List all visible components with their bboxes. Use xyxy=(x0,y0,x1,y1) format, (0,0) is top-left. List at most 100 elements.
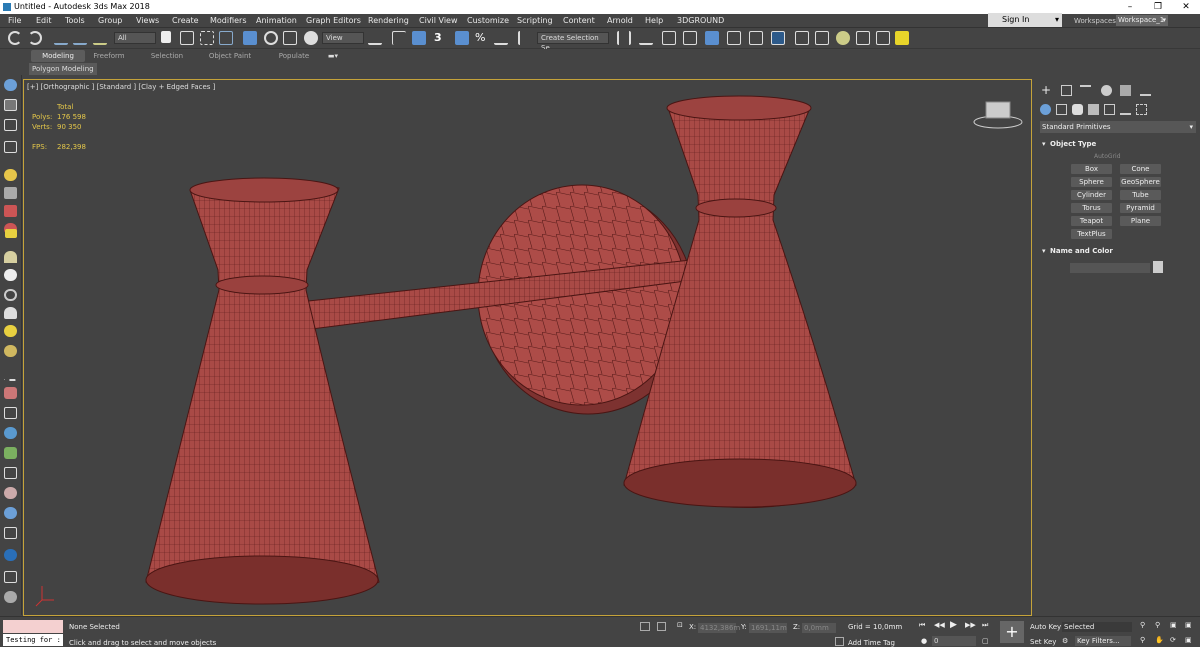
maxscript-mini-listener[interactable]: Testing for : xyxy=(3,634,63,646)
menu-modifiers[interactable]: Modifiers xyxy=(210,15,247,27)
absolute-mode-icon[interactable]: ⊡ xyxy=(677,621,683,629)
torus-icon[interactable] xyxy=(4,289,17,301)
viewcube[interactable] xyxy=(985,101,1011,119)
pivot-center-icon[interactable] xyxy=(368,31,382,45)
menu-arnold[interactable]: Arnold xyxy=(607,15,633,27)
light-icon[interactable] xyxy=(4,169,17,181)
layer-explorer-icon[interactable] xyxy=(683,31,697,45)
tab-freeform[interactable]: Freeform xyxy=(88,50,130,62)
menu-customize[interactable]: Customize xyxy=(467,15,509,27)
key-filters-icon[interactable]: ⚙ xyxy=(1062,637,1068,645)
unlink-icon[interactable] xyxy=(73,31,87,45)
z-coordinate-field[interactable]: 0,0mm xyxy=(802,623,836,633)
bind-spacewarp-icon[interactable] xyxy=(93,31,107,45)
snap-toggle-icon[interactable]: 3 xyxy=(434,31,448,45)
menu-edit[interactable]: Edit xyxy=(36,15,52,27)
ribbon-options-icon[interactable]: ▬▾ xyxy=(325,50,341,62)
render-iterative-icon[interactable] xyxy=(856,31,870,45)
create-icon[interactable] xyxy=(4,79,17,91)
globe-icon[interactable] xyxy=(4,427,17,439)
hierarchy-icon[interactable] xyxy=(4,119,17,131)
maximize-viewport-icon[interactable]: ▣ xyxy=(1185,636,1192,644)
sphere-blue-icon[interactable] xyxy=(4,507,17,519)
isolate-selection-icon[interactable] xyxy=(640,622,650,631)
material-editor-icon[interactable] xyxy=(771,31,785,45)
maximize-button[interactable]: ❐ xyxy=(1144,0,1172,14)
close-button[interactable]: ✕ xyxy=(1172,0,1200,14)
plugin-icon[interactable] xyxy=(895,31,909,45)
plane-icon[interactable] xyxy=(4,251,17,263)
render-production-icon[interactable] xyxy=(836,31,850,45)
render-in-cloud-icon[interactable] xyxy=(876,31,890,45)
rollout-name-and-color[interactable]: ▾ Name and Color xyxy=(1040,245,1192,257)
terrain-icon[interactable] xyxy=(4,467,17,479)
cylinder-button[interactable]: Cylinder xyxy=(1071,190,1112,200)
textplus-button[interactable]: TextPlus xyxy=(1071,229,1112,239)
reference-coordinate-dropdown[interactable]: View xyxy=(322,32,364,44)
key-filters-button[interactable]: Key Filters... xyxy=(1075,636,1131,646)
time-tag-icon[interactable] xyxy=(835,637,844,646)
hierarchy-tab-icon[interactable] xyxy=(1080,85,1091,96)
maxscript-listener[interactable] xyxy=(3,620,63,633)
add-time-tag-button[interactable]: Add Time Tag xyxy=(848,639,895,647)
render-setup-icon[interactable] xyxy=(795,31,809,45)
menu-3dground[interactable]: 3DGROUND xyxy=(677,15,724,27)
tab-modeling[interactable]: Modeling xyxy=(31,50,85,62)
layers-icon[interactable] xyxy=(4,571,17,583)
settings-icon[interactable] xyxy=(4,591,17,603)
select-rotate-icon[interactable] xyxy=(264,31,278,45)
sphere-gold-icon[interactable] xyxy=(4,345,17,357)
geometry-icon[interactable] xyxy=(1040,104,1051,115)
display-tab-icon[interactable] xyxy=(1120,85,1131,96)
tab-selection[interactable]: Selection xyxy=(145,50,189,62)
zoom-extents-all-icon[interactable]: ▣ xyxy=(1185,621,1192,629)
create-tab-icon[interactable]: + xyxy=(1041,84,1052,96)
cloth-icon[interactable] xyxy=(4,407,17,419)
utilities-tab-icon[interactable] xyxy=(1140,85,1151,96)
zoom-region-icon[interactable]: ⚲ xyxy=(1140,636,1145,644)
set-key-icon[interactable]: + xyxy=(1000,621,1024,643)
next-frame-icon[interactable]: ▶▶ xyxy=(965,621,976,629)
menu-civil-view[interactable]: Civil View xyxy=(419,15,458,27)
zoom-icon[interactable]: ⚲ xyxy=(1140,621,1145,629)
foliage-icon[interactable] xyxy=(4,447,17,459)
lights-icon[interactable] xyxy=(1072,104,1083,115)
selection-lock-icon[interactable] xyxy=(657,622,666,631)
menu-views[interactable]: Views xyxy=(136,15,159,27)
go-to-start-icon[interactable]: ⏮ xyxy=(919,621,925,630)
x-coordinate-field[interactable]: 4132,386m xyxy=(698,623,740,633)
menu-tools[interactable]: Tools xyxy=(65,15,85,27)
auto-key-button[interactable]: Auto Key xyxy=(1030,623,1061,631)
edit-named-selection-icon[interactable] xyxy=(518,31,532,45)
sign-in-button[interactable]: Sign In ▾ xyxy=(988,13,1062,27)
keyboard-shortcut-toggle-icon[interactable] xyxy=(412,31,426,45)
object-category-dropdown[interactable]: Standard Primitives ▾ xyxy=(1040,121,1196,133)
box-icon[interactable] xyxy=(5,229,17,238)
helpers-icon[interactable] xyxy=(1104,104,1115,115)
key-mode-icon[interactable]: ● xyxy=(921,637,927,645)
sphere-icon[interactable] xyxy=(4,269,17,281)
play-icon[interactable]: ▶ xyxy=(950,620,957,630)
particle-icon[interactable] xyxy=(4,369,17,381)
go-to-end-icon[interactable]: ⏭ xyxy=(982,621,988,630)
menu-help[interactable]: Help xyxy=(645,15,663,27)
zoom-extents-icon[interactable]: ▣ xyxy=(1170,621,1177,629)
lamp-model[interactable] xyxy=(24,80,1032,616)
redo-icon[interactable] xyxy=(28,31,42,45)
set-key-mode-button[interactable]: Set Key xyxy=(1030,638,1056,646)
window-crossing-icon[interactable] xyxy=(219,31,233,45)
menu-content[interactable]: Content xyxy=(563,15,595,27)
rollout-object-type[interactable]: ▾ Object Type xyxy=(1040,138,1192,150)
plane-button[interactable]: Plane xyxy=(1120,216,1161,226)
rendered-frame-window-icon[interactable] xyxy=(815,31,829,45)
scene-states-icon[interactable] xyxy=(4,527,17,539)
cone-icon[interactable] xyxy=(4,307,17,319)
orbit-icon[interactable]: ⟳ xyxy=(1170,636,1176,644)
motion-icon[interactable] xyxy=(4,141,17,153)
pan-icon[interactable]: ✋ xyxy=(1155,636,1164,644)
menu-animation[interactable]: Animation xyxy=(256,15,297,27)
curve-editor-icon[interactable] xyxy=(727,31,741,45)
cone-button[interactable]: Cone xyxy=(1120,164,1161,174)
menu-rendering[interactable]: Rendering xyxy=(368,15,409,27)
key-selection-dropdown[interactable]: Selected xyxy=(1062,622,1132,632)
